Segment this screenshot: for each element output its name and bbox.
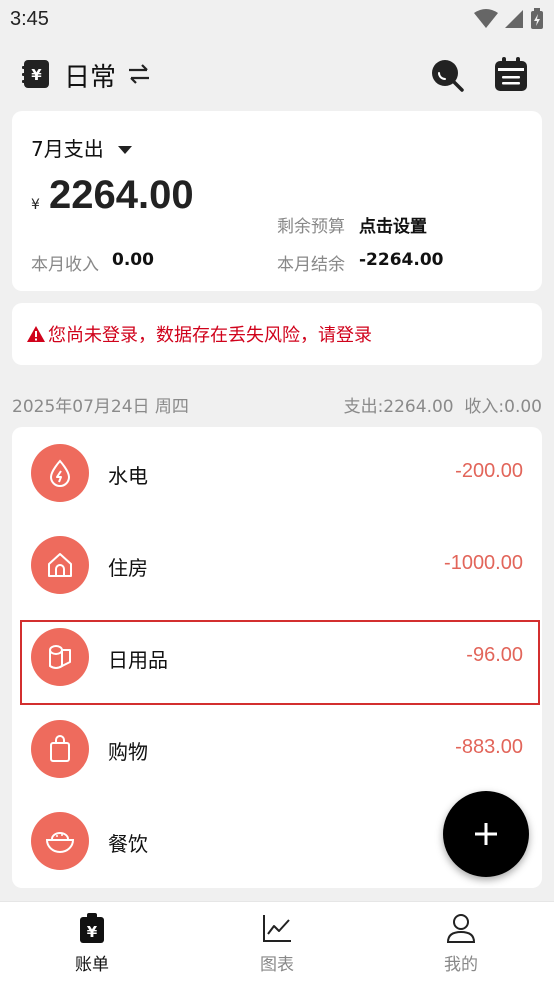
day-date: 2025年07月24日 周四 (12, 397, 189, 417)
ledger-icon[interactable]: ¥ (21, 59, 51, 89)
svg-text:¥: ¥ (87, 923, 98, 941)
budget-label: 剩余预算 (277, 217, 345, 237)
nav-label-bill: 账单 (75, 955, 109, 975)
app-bar: ¥ 日常 (0, 44, 554, 104)
budget-set-button[interactable]: 点击设置 (359, 212, 427, 237)
status-time: 3:45 (10, 7, 49, 30)
wifi-icon (474, 9, 498, 28)
search-icon[interactable] (429, 57, 465, 93)
chart-icon (263, 915, 291, 942)
day-header: 2025年07月24日 周四 支出:2264.00 收入:0.00 (12, 392, 542, 417)
selected-row-highlight (20, 620, 540, 705)
bill-icon: ¥ (80, 913, 104, 943)
income-value: 0.00 (112, 250, 154, 270)
svg-text:¥: ¥ (31, 66, 42, 84)
status-icons (474, 8, 544, 30)
record-amount: -200.00 (455, 460, 523, 482)
water-electric-icon (31, 444, 89, 502)
record-amount: -883.00 (455, 736, 523, 758)
expense-total: 2264.00 (49, 173, 194, 217)
add-record-button[interactable] (443, 791, 529, 877)
day-totals: 支出:2264.00 收入:0.00 (343, 397, 542, 417)
book-name[interactable]: 日常 (64, 57, 116, 94)
record-amount: -1000.00 (444, 552, 523, 574)
balance-label: 本月结余 (277, 255, 345, 275)
rice-bowl-icon (31, 812, 89, 870)
status-bar: 3:45 (0, 0, 554, 38)
list-item[interactable]: 水电 -200.00 (12, 427, 542, 519)
calendar-icon[interactable] (494, 56, 528, 92)
nav-item-bill[interactable]: ¥ 账单 (42, 912, 142, 975)
login-warning-banner[interactable]: 您尚未登录，数据存在丢失风险，请登录 (12, 303, 542, 365)
warning-icon (27, 326, 45, 342)
record-category: 餐饮 (108, 832, 148, 856)
list-item[interactable]: 购物 -883.00 (12, 703, 542, 795)
person-icon (446, 914, 476, 943)
nav-label-chart: 图表 (260, 955, 294, 975)
swap-icon[interactable] (126, 62, 152, 86)
record-category: 水电 (108, 464, 148, 488)
battery-icon (531, 8, 543, 29)
nav-item-chart[interactable]: 图表 (227, 912, 327, 975)
month-label: 7月支出 (31, 137, 104, 161)
income-label: 本月收入 (31, 255, 99, 275)
bottom-nav: ¥ 账单 图表 我的 (0, 901, 554, 984)
signal-icon (505, 10, 523, 28)
record-category: 购物 (108, 740, 148, 764)
record-category: 住房 (108, 556, 148, 580)
warning-text: 您尚未登录，数据存在丢失风险，请登录 (48, 325, 372, 346)
house-icon (31, 536, 89, 594)
month-selector[interactable]: 7月支出 (31, 133, 132, 162)
plus-icon (475, 823, 497, 845)
currency-symbol: ¥ (31, 197, 40, 213)
nav-label-profile: 我的 (444, 955, 478, 975)
list-item[interactable]: 住房 -1000.00 (12, 519, 542, 611)
summary-card: 7月支出 ¥ 2264.00 剩余预算 点击设置 本月收入 0.00 本月结余 … (12, 111, 542, 291)
dropdown-arrow-icon (117, 145, 132, 154)
nav-item-profile[interactable]: 我的 (411, 912, 511, 975)
balance-value: -2264.00 (359, 250, 444, 270)
shopping-bag-icon (31, 720, 89, 778)
